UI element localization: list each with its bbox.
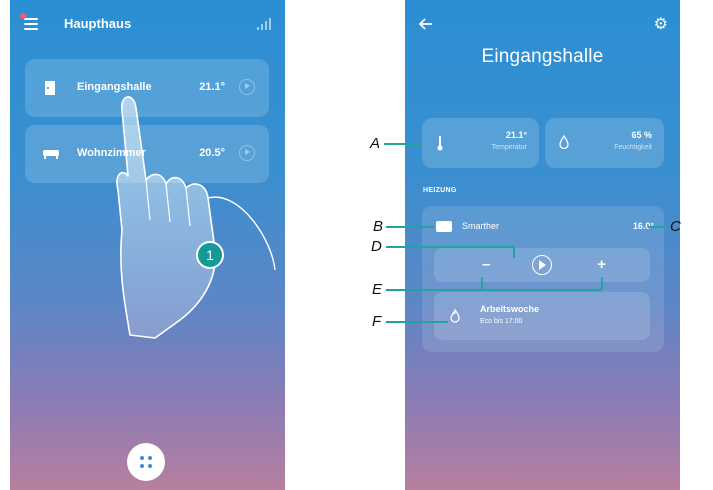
room-detail-screen: ⚙ Eingangshalle 21.1° Temperatur 65 % Fe… bbox=[405, 0, 680, 490]
humidity-value: 65 % bbox=[631, 130, 652, 140]
thermometer-icon bbox=[437, 136, 443, 151]
thermostat-name: Smarther bbox=[462, 221, 500, 231]
apps-button[interactable] bbox=[127, 443, 165, 481]
callout-line-e-left bbox=[481, 277, 483, 289]
home-screen: Haupthaus Eingangshalle 21.1° Wohnzimmer… bbox=[10, 0, 285, 490]
page-title: Eingangshalle bbox=[481, 46, 604, 67]
droplet-icon bbox=[559, 135, 569, 149]
flame-icon bbox=[450, 309, 460, 323]
temperature-controls: – + bbox=[434, 248, 650, 282]
menu-icon[interactable] bbox=[24, 18, 38, 30]
hand-pointer-illustration bbox=[116, 96, 276, 339]
callout-line-a bbox=[384, 143, 422, 145]
temperature-value: 21.1° bbox=[505, 130, 527, 140]
temperature-card: 21.1° Temperatur bbox=[422, 118, 539, 168]
callout-line-e-right bbox=[601, 277, 603, 289]
thermostat-icon bbox=[436, 221, 452, 232]
play-icon[interactable] bbox=[532, 255, 552, 275]
notification-dot bbox=[20, 13, 26, 19]
callout-line-d-drop bbox=[513, 246, 515, 258]
callout-line-c bbox=[648, 226, 668, 228]
callout-a: A bbox=[370, 135, 381, 152]
callout-d: D bbox=[371, 238, 382, 255]
heating-panel: Smarther 16.0° – + Arbeitswoche Eco bis … bbox=[422, 206, 664, 352]
signal-icon bbox=[257, 18, 271, 30]
gear-icon[interactable]: ⚙ bbox=[654, 17, 668, 33]
callout-line-b bbox=[386, 226, 434, 228]
humidity-label: Feuchtigkeit bbox=[614, 144, 652, 151]
callout-f: F bbox=[372, 313, 382, 330]
temperature-label: Temperatur bbox=[491, 144, 527, 151]
increase-button[interactable]: + bbox=[597, 256, 606, 273]
step-badge: 1 bbox=[196, 241, 224, 269]
humidity-card: 65 % Feuchtigkeit bbox=[545, 118, 664, 168]
program-card[interactable]: Arbeitswoche Eco bis 17:00 bbox=[434, 292, 650, 340]
decrease-button[interactable]: – bbox=[482, 256, 490, 273]
home-title: Haupthaus bbox=[64, 16, 132, 31]
callout-line-f bbox=[386, 321, 448, 323]
callout-e: E bbox=[372, 281, 383, 298]
callout-line-e bbox=[386, 289, 602, 291]
section-heading: HEIZUNG bbox=[423, 187, 457, 194]
callout-c: C bbox=[670, 218, 681, 235]
program-name: Arbeitswoche bbox=[480, 304, 540, 314]
top-bar: Haupthaus bbox=[10, 0, 285, 48]
program-subtitle: Eco bis 17:00 bbox=[480, 318, 523, 325]
callout-line-d bbox=[386, 246, 514, 248]
callout-b: B bbox=[373, 218, 384, 235]
door-icon bbox=[45, 81, 55, 95]
sofa-icon bbox=[43, 150, 59, 159]
back-arrow-icon[interactable] bbox=[419, 18, 433, 30]
